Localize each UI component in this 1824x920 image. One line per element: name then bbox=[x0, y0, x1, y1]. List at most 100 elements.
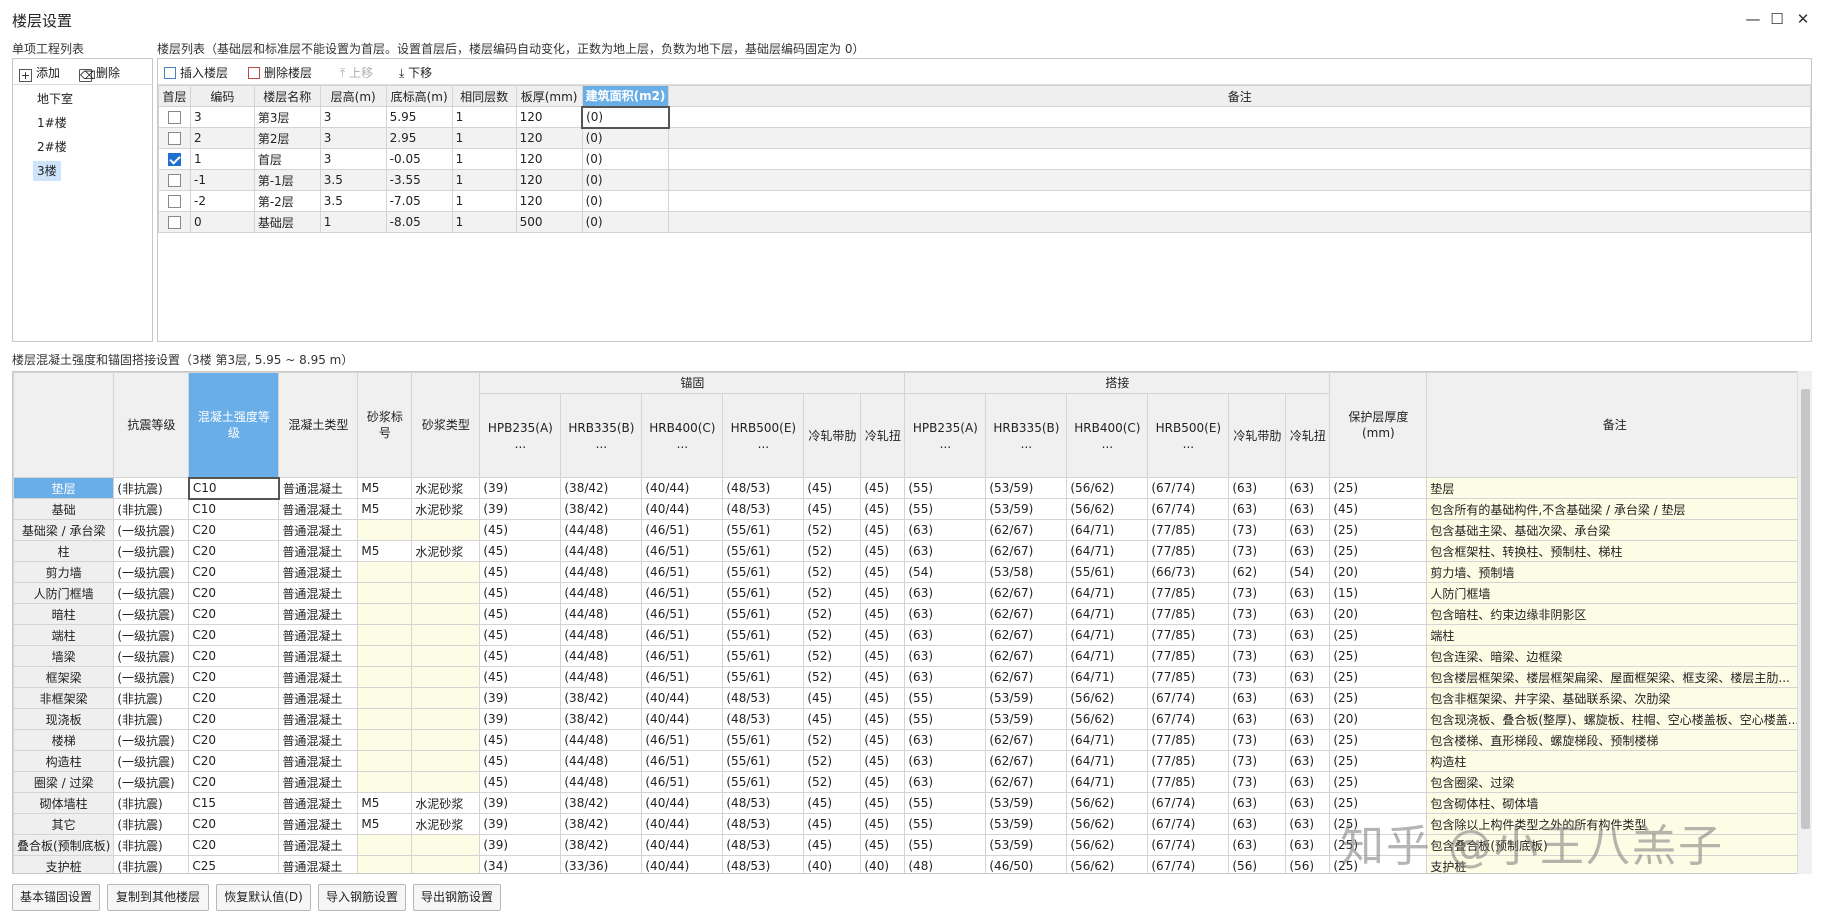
anchor-cell[interactable]: (63) bbox=[1285, 729, 1331, 751]
anchor-cell[interactable]: M5 bbox=[357, 498, 413, 520]
anchor-cell[interactable]: 普通混凝土 bbox=[278, 561, 359, 583]
anchor-cell[interactable]: (45) bbox=[479, 603, 562, 625]
anchor-cell[interactable]: 普通混凝土 bbox=[278, 855, 359, 873]
anchor-cell[interactable]: (56/62) bbox=[1066, 687, 1149, 709]
project-list-item[interactable]: 3楼 bbox=[33, 161, 61, 181]
anchor-cell[interactable]: 垫层 bbox=[1426, 477, 1804, 499]
maximize-button[interactable]: ☐ bbox=[1766, 8, 1788, 30]
anchor-cell[interactable]: (63) bbox=[1285, 624, 1331, 646]
anchor-cell[interactable]: (25) bbox=[1329, 477, 1428, 499]
anchor-cell[interactable]: (40/44) bbox=[641, 708, 724, 730]
rebar-col-header[interactable]: HRB500(E) ... bbox=[1147, 393, 1230, 478]
anchor-cell[interactable]: M5 bbox=[357, 813, 413, 835]
floor-cell-code[interactable]: -2 bbox=[189, 190, 255, 212]
floor-col-header[interactable]: 板厚(mm) bbox=[515, 85, 583, 107]
anchor-cell[interactable]: 普通混凝土 bbox=[278, 603, 359, 625]
anchor-cell[interactable]: (45) bbox=[803, 834, 862, 856]
floor-cell-note[interactable] bbox=[668, 211, 1811, 233]
anchor-cell[interactable]: (48/53) bbox=[722, 477, 805, 499]
anchor-cell[interactable]: (56/62) bbox=[1066, 708, 1149, 730]
rebar-col-header[interactable]: 冷轧扭 bbox=[860, 393, 906, 478]
component-row-header[interactable]: 非框架梁 bbox=[13, 687, 115, 709]
floor-row[interactable]: 2 第2层 3 2.95 1 120 (0) bbox=[158, 127, 1811, 149]
floor-cell-same[interactable]: 1 bbox=[451, 211, 517, 233]
anchor-cell[interactable]: (44/48) bbox=[560, 582, 643, 604]
anchor-cell[interactable]: (55/61) bbox=[1066, 561, 1149, 583]
anchor-cell[interactable]: (45) bbox=[860, 708, 906, 730]
floor-cell-bottom[interactable]: -3.55 bbox=[385, 169, 453, 191]
floor-cell-name[interactable]: 第-2层 bbox=[253, 190, 321, 212]
anchor-cell[interactable] bbox=[411, 687, 481, 709]
anchor-cell[interactable]: (一级抗震) bbox=[113, 771, 190, 793]
component-row-header[interactable]: 柱 bbox=[13, 540, 115, 562]
anchor-cell[interactable] bbox=[411, 603, 481, 625]
anchor-cell[interactable]: C20 bbox=[188, 813, 280, 835]
anchor-cell[interactable]: (46/51) bbox=[641, 771, 724, 793]
anchor-cell[interactable]: (63) bbox=[904, 540, 987, 562]
anchor-cell[interactable]: (46/51) bbox=[641, 603, 724, 625]
rebar-col-header[interactable]: HPB235(A) ... bbox=[904, 393, 987, 478]
floor-cell-thick[interactable]: 120 bbox=[515, 190, 583, 212]
anchor-cell[interactable]: (63) bbox=[1285, 708, 1331, 730]
anchor-cell[interactable]: 包含连梁、暗梁、边框梁 bbox=[1426, 645, 1804, 667]
anchor-cell[interactable]: (55/61) bbox=[722, 603, 805, 625]
anchor-row[interactable]: 垫层 (非抗震) C10 普通混凝土 M5 水泥砂浆 (39) (38/42) (40/44)(… bbox=[13, 476, 1804, 500]
anchor-cell[interactable]: 包含基础主梁、基础次梁、承台梁 bbox=[1426, 519, 1804, 541]
anchor-cell[interactable]: (52) bbox=[803, 519, 862, 541]
anchor-cell[interactable]: C20 bbox=[188, 687, 280, 709]
anchor-cell[interactable] bbox=[357, 582, 413, 604]
anchor-cell[interactable]: (64/71) bbox=[1066, 771, 1149, 793]
anchor-cell[interactable]: (45) bbox=[860, 477, 906, 499]
floor-cell-bottom[interactable]: 2.95 bbox=[385, 127, 453, 149]
anchor-cell[interactable]: (53/59) bbox=[985, 687, 1068, 709]
anchor-cell[interactable]: (45) bbox=[860, 582, 906, 604]
anchor-cell[interactable]: (48/53) bbox=[722, 792, 805, 814]
anchor-cell[interactable]: (63) bbox=[904, 624, 987, 646]
floor-col-header[interactable]: 层高(m) bbox=[319, 85, 387, 107]
anchor-cell[interactable]: (55) bbox=[904, 834, 987, 856]
anchor-cell[interactable]: (56/62) bbox=[1066, 498, 1149, 520]
anchor-cell[interactable] bbox=[357, 708, 413, 730]
floor-col-header[interactable]: 建筑面积(m2) bbox=[581, 85, 670, 107]
anchor-cell[interactable]: (38/42) bbox=[560, 834, 643, 856]
anchor-cell[interactable]: 包含非框架梁、井字梁、基础联系梁、次肋梁 bbox=[1426, 687, 1804, 709]
anchor-cell[interactable]: (55/61) bbox=[722, 771, 805, 793]
anchor-cell[interactable]: (56/62) bbox=[1066, 855, 1149, 873]
anchor-cell[interactable]: (63) bbox=[1228, 498, 1287, 520]
anchor-cell[interactable]: (44/48) bbox=[560, 519, 643, 541]
anchor-cell[interactable]: (62/67) bbox=[985, 645, 1068, 667]
anchor-row[interactable]: 人防门框墙 (一级抗震) C20 普通混凝土 (45) (44/48) (46/51) (55… bbox=[13, 582, 1804, 604]
anchor-cell[interactable]: C20 bbox=[188, 624, 280, 646]
floor-cell-same[interactable]: 1 bbox=[451, 127, 517, 149]
floor-col-header[interactable]: 备注 bbox=[668, 85, 1811, 107]
anchor-row[interactable]: 楼梯 (一级抗震) C20 普通混凝土 (45) (44/48) (46/51) (55/61… bbox=[13, 729, 1804, 751]
anchor-cell[interactable]: (52) bbox=[803, 561, 862, 583]
anchor-cell[interactable]: C20 bbox=[188, 834, 280, 856]
anchor-cell[interactable]: (73) bbox=[1228, 624, 1287, 646]
floor-cell-height[interactable]: 3 bbox=[319, 148, 387, 170]
anchor-cell[interactable]: (45) bbox=[860, 645, 906, 667]
anchor-cell[interactable]: (一级抗震) bbox=[113, 645, 190, 667]
component-row-header[interactable]: 墙梁 bbox=[13, 645, 115, 667]
bottom-button[interactable]: 基本锚固设置 bbox=[12, 884, 100, 911]
anchor-cell[interactable]: (25) bbox=[1329, 666, 1428, 688]
anchor-cell[interactable]: 普通混凝土 bbox=[278, 519, 359, 541]
anchor-cell[interactable]: 包含楼层框架梁、楼层框架扁梁、屋面框架梁、框支梁、楼层主肋... bbox=[1426, 666, 1804, 688]
anchor-cell[interactable]: C15 bbox=[188, 792, 280, 814]
anchor-cell[interactable]: (77/85) bbox=[1147, 666, 1230, 688]
anchor-cell[interactable]: (45) bbox=[803, 477, 862, 499]
anchor-cell[interactable]: C20 bbox=[188, 708, 280, 730]
floor-cell-height[interactable]: 3 bbox=[319, 127, 387, 149]
project-list-item[interactable]: 1#楼 bbox=[33, 113, 71, 133]
anchor-cell[interactable]: (46/50) bbox=[985, 855, 1068, 873]
scrollbar-thumb[interactable] bbox=[1801, 389, 1810, 829]
anchor-cell[interactable]: (66/73) bbox=[1147, 561, 1230, 583]
anchor-cell[interactable]: 普通混凝土 bbox=[278, 792, 359, 814]
anchor-cell[interactable]: (46/51) bbox=[641, 729, 724, 751]
anchor-cell[interactable]: (67/74) bbox=[1147, 498, 1230, 520]
floor-cell-name[interactable]: 第3层 bbox=[253, 106, 321, 128]
anchor-cell[interactable]: (62) bbox=[1228, 561, 1287, 583]
floor-cell-name[interactable]: 首层 bbox=[253, 148, 321, 170]
bottom-button[interactable]: 复制到其他楼层 bbox=[107, 884, 209, 911]
anchor-cell[interactable]: (40/44) bbox=[641, 477, 724, 499]
